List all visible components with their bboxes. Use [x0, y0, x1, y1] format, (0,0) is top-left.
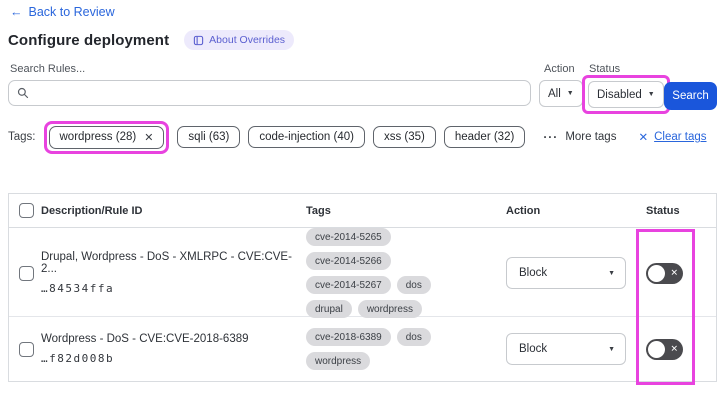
status-filter-highlight: Disabled ▼ — [582, 75, 670, 114]
tag-chip-code-injection[interactable]: code-injection (40) — [248, 126, 365, 148]
search-button[interactable]: Search — [664, 82, 717, 110]
column-header-action: Action — [506, 204, 541, 217]
status-dropdown[interactable]: Disabled ▼ — [588, 81, 664, 108]
action-dropdown[interactable]: All ▼ — [539, 80, 583, 107]
remove-tag-icon[interactable]: ✕ — [144, 131, 153, 144]
status-toggle[interactable]: ✕ — [646, 338, 683, 360]
clear-tags-button[interactable]: ✕ Clear tags — [638, 130, 706, 144]
column-header-tags: Tags — [306, 204, 331, 217]
back-to-review-link[interactable]: ← Back to Review — [10, 5, 115, 19]
status-dropdown-value: Disabled — [597, 88, 642, 101]
chevron-down-icon: ▼ — [608, 269, 615, 277]
tag-badge: drupal — [306, 300, 352, 318]
rule-id: …f82d008b — [41, 352, 115, 365]
chevron-down-icon: ▼ — [608, 345, 615, 353]
search-rules-box — [8, 80, 531, 106]
table-row: Drupal, Wordpress - DoS - XMLRPC - CVE:C… — [9, 228, 716, 318]
tag-badge: wordpress — [357, 300, 422, 318]
tag-chip-wordpress[interactable]: wordpress (28) ✕ — [48, 125, 165, 149]
tag-badge: cve-2014-5265 — [306, 228, 391, 246]
tag-chip-label: wordpress (28) — [59, 131, 137, 143]
more-tags-label: More tags — [565, 131, 617, 143]
tags-bar: Tags: wordpress (28) ✕ sqli (63) code-in… — [8, 120, 707, 154]
tag-chip-label: xss (35) — [383, 131, 425, 143]
table-header-row: Description/Rule ID Tags Action Status — [9, 194, 716, 228]
back-arrow-icon: ← — [10, 5, 23, 19]
description-cell: Wordpress - DoS - CVE:CVE-2018-6389 …f82… — [41, 333, 306, 365]
chevron-down-icon: ▼ — [647, 91, 655, 98]
tag-badge: cve-2018-6389 — [306, 328, 391, 346]
chevron-down-icon: ▼ — [566, 90, 574, 97]
tag-chip-label: code-injection (40) — [259, 131, 354, 143]
selected-tag-highlight: wordpress (28) ✕ — [43, 120, 170, 154]
action-cell: Block ▼ — [506, 257, 646, 289]
status-toggle[interactable]: ✕ — [646, 262, 683, 284]
table-row: Wordpress - DoS - CVE:CVE-2018-6389 …f82… — [9, 317, 716, 381]
search-rules-label: Search Rules... — [10, 63, 86, 75]
page-title: Configure deployment — [8, 31, 170, 49]
configure-deployment-page: ← Back to Review Configure deployment Ab… — [0, 0, 725, 406]
about-overrides-badge[interactable]: About Overrides — [184, 30, 295, 50]
toggle-off-icon: ✕ — [670, 267, 678, 278]
tag-badge: dos — [396, 276, 431, 294]
tag-chip-label: header (32) — [454, 131, 515, 143]
tag-badge: wordpress — [306, 352, 371, 370]
about-overrides-label: About Overrides — [209, 34, 286, 46]
ellipsis-icon: ··· — [543, 130, 559, 144]
clear-tags-label: Clear tags — [654, 131, 707, 143]
row-checkbox[interactable] — [19, 341, 34, 357]
search-rules-input[interactable] — [35, 87, 522, 99]
title-row: Configure deployment About Overrides — [8, 30, 295, 50]
rule-description: Wordpress - DoS - CVE:CVE-2018-6389 — [41, 333, 249, 345]
back-link-label: Back to Review — [28, 5, 115, 19]
column-header-description: Description/Rule ID — [41, 204, 143, 217]
tags-bar-label: Tags: — [8, 131, 36, 143]
rule-id: …84534ffa — [41, 282, 115, 295]
tags-cell: cve-2014-5265 cve-2014-5266 cve-2014-526… — [306, 228, 506, 318]
tag-badge: dos — [396, 328, 431, 346]
rule-description: Drupal, Wordpress - DoS - XMLRPC - CVE:C… — [41, 251, 292, 275]
column-header-status: Status — [646, 204, 680, 217]
tag-chip-sqli[interactable]: sqli (63) — [177, 126, 241, 148]
action-select-value: Block — [519, 267, 548, 279]
row-checkbox[interactable] — [19, 265, 34, 281]
toggle-knob — [648, 340, 665, 358]
action-select-value: Block — [519, 343, 548, 355]
clear-x-icon: ✕ — [638, 132, 649, 144]
status-cell: ✕ — [646, 338, 716, 360]
status-label: Status — [589, 63, 621, 75]
select-all-checkbox[interactable] — [19, 203, 34, 218]
toggle-off-icon: ✕ — [670, 343, 678, 354]
action-select[interactable]: Block ▼ — [506, 333, 626, 365]
search-icon — [17, 87, 29, 99]
action-cell: Block ▼ — [506, 333, 646, 365]
rules-table: Description/Rule ID Tags Action Status D… — [8, 193, 717, 382]
tag-badge: cve-2014-5267 — [306, 276, 391, 294]
status-cell: ✕ — [646, 262, 716, 284]
action-dropdown-value: All — [548, 87, 561, 100]
book-icon — [193, 35, 204, 45]
toggle-knob — [648, 264, 665, 282]
action-label: Action — [544, 63, 575, 75]
more-tags-button[interactable]: ··· More tags — [543, 130, 616, 144]
tags-cell: cve-2018-6389 dos wordpress — [306, 328, 506, 370]
description-cell: Drupal, Wordpress - DoS - XMLRPC - CVE:C… — [41, 251, 306, 295]
tag-chip-label: sqli (63) — [188, 131, 230, 143]
tag-chip-xss[interactable]: xss (35) — [372, 126, 436, 148]
tag-badge: cve-2014-5266 — [306, 252, 391, 270]
action-select[interactable]: Block ▼ — [506, 257, 626, 289]
tag-chip-header[interactable]: header (32) — [443, 126, 526, 148]
